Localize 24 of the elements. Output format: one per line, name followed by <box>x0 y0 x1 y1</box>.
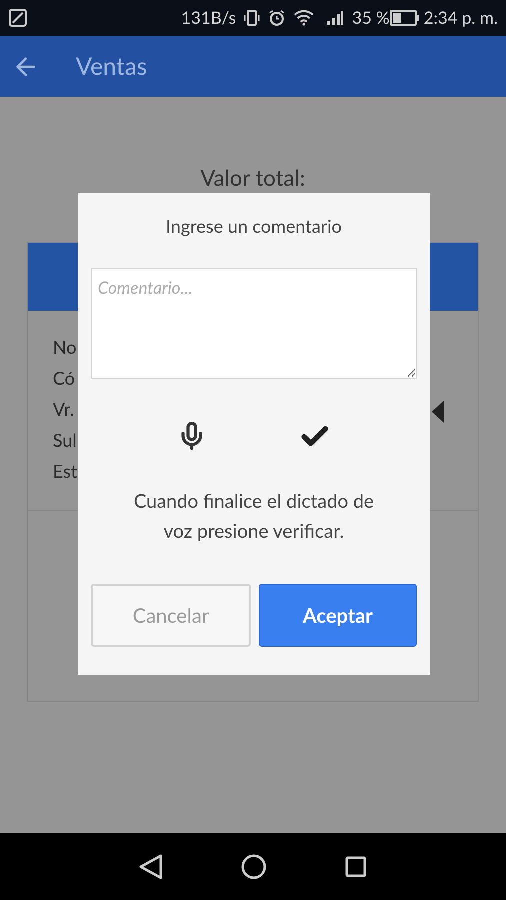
cancel-button[interactable]: Cancelar <box>91 584 251 647</box>
field-label: No <box>53 335 78 359</box>
dialog-title: Ingrese un comentario <box>166 214 342 239</box>
clock: 2:34 p. m. <box>424 6 498 30</box>
battery-percent: 35 % <box>352 6 390 30</box>
back-nav-icon[interactable] <box>139 854 163 880</box>
dictation-hint: Cuando finalice el dictado de voz presione verificar. <box>132 489 376 545</box>
field-label: Vr. <box>53 397 76 421</box>
total-label: Valor total: <box>200 163 306 193</box>
comment-field[interactable]: Comentario... <box>91 268 417 379</box>
accept-button[interactable]: Aceptar <box>259 584 417 647</box>
vibrate-icon <box>244 9 260 27</box>
alarm-icon <box>268 9 286 27</box>
network-speed: 131B/s <box>181 6 236 30</box>
wifi-icon <box>294 10 314 26</box>
signal-icon <box>326 10 344 26</box>
field-label: Est <box>53 459 78 483</box>
field-label: Sul <box>53 428 78 452</box>
home-nav-icon[interactable] <box>241 854 267 880</box>
field-label: Có <box>53 366 76 390</box>
recents-nav-icon[interactable] <box>345 856 367 878</box>
app-title: Ventas <box>76 50 148 82</box>
battery-icon <box>390 10 420 26</box>
expand-arrow-icon[interactable] <box>432 401 444 423</box>
